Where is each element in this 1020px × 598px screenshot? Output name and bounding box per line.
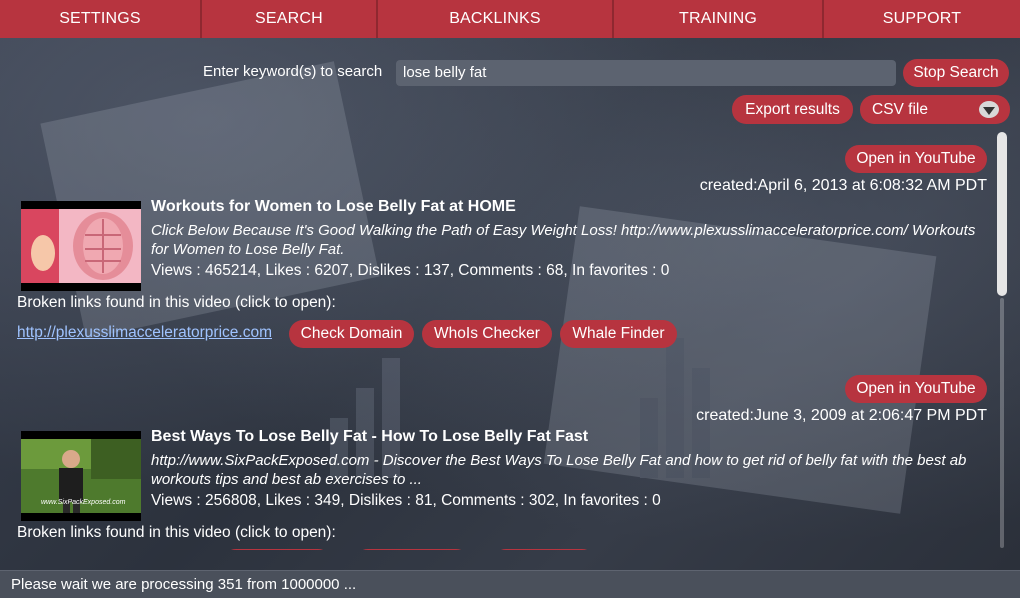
broken-link[interactable]: http://plexusslimacceleratorprice.com: [17, 324, 272, 342]
action-button-partial[interactable]: [222, 549, 332, 550]
video-title[interactable]: Best Ways To Lose Belly Fat - How To Los…: [151, 428, 588, 446]
results-scrollbar[interactable]: [997, 132, 1007, 550]
tab-search[interactable]: SEARCH: [202, 0, 378, 38]
open-in-youtube-button[interactable]: Open in YouTube: [845, 375, 987, 403]
video-description: http://www.SixPackExposed.com - Discover…: [151, 452, 967, 488]
result-item: Open in YouTube created:June 3, 2009 at …: [0, 362, 995, 550]
scrollbar-thumb[interactable]: [997, 132, 1007, 296]
video-stats: Views : 256808, Likes : 349, Dislikes : …: [151, 492, 661, 509]
open-in-youtube-button[interactable]: Open in YouTube: [845, 145, 987, 173]
video-description: Click Below Because It's Good Walking th…: [151, 222, 976, 258]
thumbnail-caption: www.SixPackExposed.com: [41, 499, 126, 506]
status-bar: Please wait we are processing 351 from 1…: [0, 570, 1020, 598]
search-input[interactable]: lose belly fat: [396, 60, 896, 86]
video-thumbnail[interactable]: www.SixPackExposed.com: [21, 431, 141, 521]
chevron-down-icon[interactable]: [979, 101, 999, 118]
video-thumbnail[interactable]: [21, 201, 141, 291]
top-nav: SETTINGS SEARCH BACKLINKS TRAINING SUPPO…: [0, 0, 1020, 38]
broken-links-label: Broken links found in this video (click …: [17, 524, 336, 541]
results-list[interactable]: Open in YouTube created:April 6, 2013 at…: [0, 132, 995, 550]
export-results-button[interactable]: Export results: [732, 95, 853, 124]
export-format-select[interactable]: CSV file: [860, 95, 1010, 124]
created-date: created:June 3, 2009 at 2:06:47 PM PDT: [696, 407, 987, 424]
result-item: Open in YouTube created:April 6, 2013 at…: [0, 132, 995, 362]
export-format-value: CSV file: [872, 100, 928, 118]
video-title[interactable]: Workouts for Women to Lose Belly Fat at …: [151, 198, 516, 216]
whale-finder-button[interactable]: Whale Finder: [560, 320, 677, 348]
check-domain-button[interactable]: Check Domain: [289, 320, 414, 348]
tab-backlinks[interactable]: BACKLINKS: [378, 0, 614, 38]
action-button-partial[interactable]: [492, 549, 596, 550]
tab-settings[interactable]: SETTINGS: [0, 0, 202, 38]
scrollbar-track[interactable]: [1000, 298, 1004, 548]
whois-checker-button[interactable]: WhoIs Checker: [422, 320, 552, 348]
stop-search-button[interactable]: Stop Search: [903, 59, 1009, 87]
action-button-partial[interactable]: [354, 549, 470, 550]
search-label: Enter keyword(s) to search: [203, 63, 383, 80]
video-stats: Views : 465214, Likes : 6207, Dislikes :…: [151, 262, 670, 279]
tab-support[interactable]: SUPPORT: [824, 0, 1020, 38]
tab-training[interactable]: TRAINING: [614, 0, 824, 38]
created-date: created:April 6, 2013 at 6:08:32 AM PDT: [699, 177, 987, 194]
broken-links-label: Broken links found in this video (click …: [17, 294, 336, 311]
status-text: Please wait we are processing 351 from 1…: [11, 576, 357, 593]
